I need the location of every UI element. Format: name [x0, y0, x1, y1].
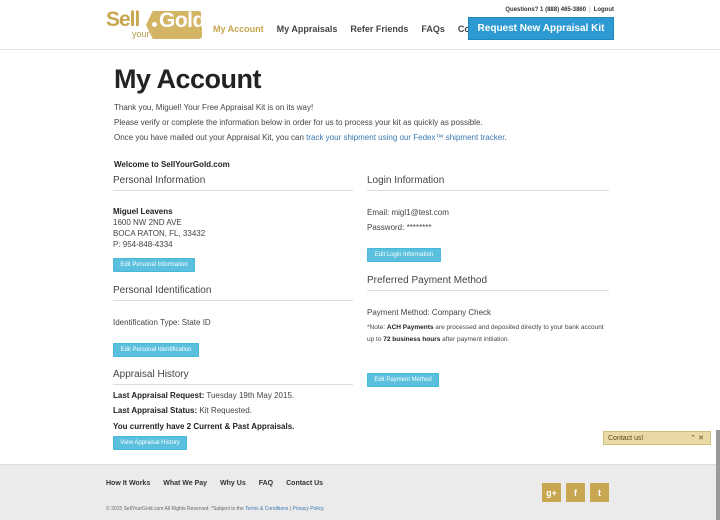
- last-status-value: Kit Requested.: [197, 406, 252, 415]
- nav-faqs[interactable]: FAQs: [421, 24, 445, 34]
- view-appraisal-history-button[interactable]: View Appraisal History: [113, 436, 187, 450]
- facebook-icon[interactable]: f: [566, 483, 585, 502]
- personal-info-heading: Personal Information: [113, 175, 353, 191]
- logo-tag-hole: [152, 22, 157, 27]
- nav-refer-friends[interactable]: Refer Friends: [350, 24, 408, 34]
- intro-track-suffix: .: [504, 133, 507, 142]
- logout-link[interactable]: Logout: [594, 7, 614, 13]
- contact-us-widget[interactable]: Contact us! ⌃ ✕: [603, 431, 711, 445]
- address-line-2: BOCA RATON, FL, 33432: [113, 229, 206, 238]
- customer-name: Miguel Leavens: [113, 207, 173, 216]
- note-suffix: after payment initiation.: [440, 336, 510, 343]
- close-icon[interactable]: ✕: [698, 435, 704, 442]
- nav-my-appraisals[interactable]: My Appraisals: [277, 24, 338, 34]
- edit-personal-info-button[interactable]: Edit Personal Information: [113, 258, 195, 272]
- note-ach: ACH Payments: [386, 324, 434, 331]
- top-info-divider: |: [589, 7, 591, 13]
- footer-contact-us[interactable]: Contact Us: [286, 480, 323, 487]
- phone-number: P: 954-848-4334: [113, 240, 173, 249]
- chevron-up-icon[interactable]: ⌃: [690, 435, 696, 442]
- note-hours: 72 business hours: [383, 336, 441, 343]
- fedex-tracker-link[interactable]: track your shipment using our Fedex™ shi…: [306, 133, 504, 142]
- payment-note: *Note: ACH Payments are processed and de…: [367, 322, 607, 346]
- edit-payment-method-button[interactable]: Edit Payment Method: [367, 373, 439, 387]
- footer-faq[interactable]: FAQ: [259, 480, 273, 487]
- footer-why-us[interactable]: Why Us: [220, 480, 246, 487]
- login-email: Email: migl1@test.com: [367, 208, 449, 217]
- widget-controls: ⌃ ✕: [690, 434, 704, 442]
- scrollbar[interactable]: [716, 430, 720, 520]
- request-kit-button[interactable]: Request New Appraisal Kit: [468, 17, 614, 40]
- address-line-1: 1600 NW 2ND AVE: [113, 218, 182, 227]
- appraisal-count: You currently have 2 Current & Past Appr…: [113, 422, 295, 431]
- footer-how-it-works[interactable]: How It Works: [106, 480, 150, 487]
- appraisal-history-heading: Appraisal History: [113, 369, 353, 385]
- intro-track: Once you have mailed out your Appraisal …: [114, 133, 507, 142]
- top-info: Questions? 1 (888) 465-3860 | Logout: [505, 7, 614, 13]
- last-request-value: Tuesday 19th May 2015.: [204, 391, 295, 400]
- intro-verify: Please verify or complete the informatio…: [114, 118, 483, 127]
- edit-personal-id-button[interactable]: Edit Personal Identification: [113, 343, 199, 357]
- page-title: My Account: [114, 64, 262, 94]
- header: Sell your Gold My Account My Appraisals …: [0, 0, 720, 50]
- last-status-label: Last Appraisal Status:: [113, 406, 198, 415]
- login-info-heading: Login Information: [367, 175, 609, 191]
- identification-type: Identification Type: State ID: [113, 318, 211, 327]
- footer: How It Works What We Pay Why Us FAQ Cont…: [0, 464, 720, 520]
- twitter-icon[interactable]: t: [590, 483, 609, 502]
- copyright-suffix: .: [323, 506, 325, 512]
- terms-link[interactable]: Terms & Conditions: [245, 506, 288, 512]
- personal-id-heading: Personal Identification: [113, 285, 353, 301]
- nav-my-account[interactable]: My Account: [213, 24, 264, 34]
- copyright: © 2015 SellYourGold.com All Rights Reser…: [106, 506, 325, 512]
- contact-us-label: Contact us!: [608, 434, 644, 442]
- copyright-prefix: © 2015 SellYourGold.com All Rights Reser…: [106, 506, 246, 512]
- payment-method-heading: Preferred Payment Method: [367, 275, 609, 291]
- logo-your: your: [132, 29, 150, 39]
- intro-track-prefix: Once you have mailed out your Appraisal …: [114, 133, 307, 142]
- questions-phone[interactable]: Questions? 1 (888) 465-3860: [505, 7, 586, 13]
- payment-method: Payment Method: Company Check: [367, 308, 492, 317]
- footer-what-we-pay[interactable]: What We Pay: [163, 480, 207, 487]
- privacy-link[interactable]: Privacy Policy: [292, 506, 323, 512]
- last-status: Last Appraisal Status: Kit Requested.: [113, 405, 252, 416]
- login-password: Password: ********: [367, 223, 432, 232]
- note-prefix: *Note:: [367, 324, 387, 331]
- welcome-text: Welcome to SellYourGold.com: [114, 160, 230, 169]
- intro-thanks: Thank you, Miguel! Your Free Appraisal K…: [114, 103, 314, 112]
- edit-login-info-button[interactable]: Edit Login Information: [367, 248, 441, 262]
- last-request: Last Appraisal Request: Tuesday 19th May…: [113, 390, 294, 401]
- logo-gold: Gold: [159, 9, 205, 32]
- google-plus-icon[interactable]: g+: [542, 483, 561, 502]
- social-links: g+ f t: [542, 483, 614, 502]
- logo[interactable]: Sell your Gold: [104, 8, 205, 42]
- footer-nav: How It Works What We Pay Why Us FAQ Cont…: [106, 480, 336, 487]
- last-request-label: Last Appraisal Request:: [113, 391, 205, 400]
